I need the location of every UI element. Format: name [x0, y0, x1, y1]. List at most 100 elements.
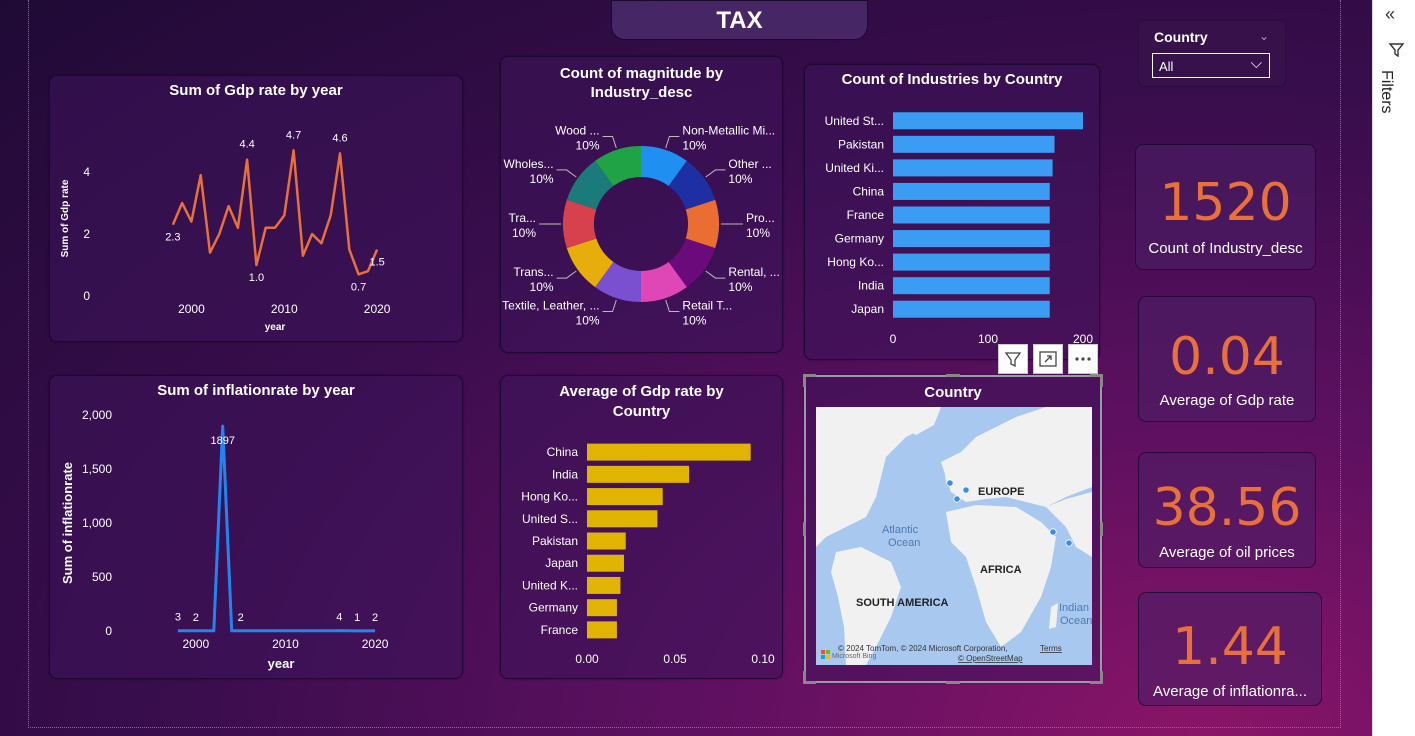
gdp-line-chart: 0 2 4 2000 2010 2020 year Sum of Gdp rate 2.3 4.4…: [60, 129, 391, 333]
y-axis-title: Sum of Gdp rate: [60, 179, 71, 257]
gdp-country-bar-chart: China India Hong Ko... United S... Pakistan J…: [521, 443, 775, 666]
country-map[interactable]: EUROPE Atlantic Ocean AFRICA SOUTH AMERI…: [816, 407, 1092, 665]
x-axis-title: year: [265, 322, 286, 333]
resize-handle[interactable]: [1090, 671, 1103, 684]
resize-handle[interactable]: [1100, 522, 1103, 536]
data-label: 4.4: [239, 139, 254, 151]
x-tick-label: 2010: [272, 637, 299, 651]
category-label: India: [552, 467, 578, 481]
leader-line: [602, 136, 617, 149]
bar: [893, 135, 1055, 153]
leader-line: [665, 136, 680, 149]
map-point[interactable]: [953, 495, 961, 503]
bing-logo-icon: [821, 650, 825, 654]
more-options-icon[interactable]: [1068, 344, 1098, 374]
resize-handle[interactable]: [803, 522, 806, 536]
data-label: 4.7: [286, 129, 301, 141]
resize-handle[interactable]: [1090, 374, 1103, 387]
bar: [893, 159, 1053, 177]
slice-percent: 10%: [530, 172, 554, 186]
slice-percent: 10%: [512, 226, 536, 240]
visual-inflation-by-year[interactable]: Sum of inflationrate by year 0 500 1,000 1,…: [49, 375, 463, 679]
kpi-card-gdp-rate[interactable]: 0.04 Average of Gdp rate: [1138, 296, 1316, 422]
data-label: 1.5: [369, 257, 384, 269]
bar: [893, 253, 1050, 271]
category-label: Japan: [851, 302, 884, 316]
category-label: Japan: [545, 556, 578, 570]
focus-mode-icon[interactable]: [1033, 344, 1063, 374]
chevron-down-icon[interactable]: ⌄: [1259, 29, 1269, 43]
category-label: China: [853, 184, 885, 198]
bar: [587, 510, 658, 528]
map-terms-link[interactable]: Terms: [1040, 644, 1062, 653]
category-label: France: [541, 623, 579, 637]
y-tick-label: 1,000: [82, 516, 112, 530]
category-label: India: [858, 279, 884, 293]
slice-label: Rental, ...: [728, 265, 779, 279]
map-label-europe: EUROPE: [978, 486, 1024, 498]
country-slicer[interactable]: Country ⌄ All ⌵: [1138, 20, 1286, 87]
bing-logo-icon: [821, 655, 825, 659]
kpi-card-inflation[interactable]: 1.44 Average of inflationra...: [1138, 592, 1322, 706]
slice-percent: 10%: [728, 280, 752, 294]
data-label: 4: [336, 612, 342, 624]
x-tick-label: 0: [890, 332, 897, 346]
y-tick-label: 0: [105, 624, 112, 638]
leader-line: [556, 169, 577, 178]
category-label: Germany: [529, 601, 578, 615]
bar: [587, 554, 624, 572]
slice-label: Wood ...: [555, 124, 599, 138]
x-tick-label: 0.05: [663, 652, 687, 666]
bar: [893, 300, 1050, 318]
slice-percent: 10%: [682, 313, 706, 327]
filter-icon[interactable]: [998, 344, 1028, 374]
y-tick-label: 1,500: [82, 462, 112, 476]
leader-line: [705, 169, 726, 178]
report-title: TAX: [611, 0, 868, 40]
inflation-line-chart: 0 500 1,000 1,500 2,000 2000 2010 2020 year Sum o…: [60, 408, 389, 671]
visual-industries-by-country[interactable]: Count of Industries by Country United St…: [804, 64, 1100, 360]
leader-line: [556, 270, 577, 279]
map-point[interactable]: [962, 486, 970, 494]
slice-label: Non-Metallic Mi...: [682, 124, 775, 138]
visual-magnitude-donut[interactable]: Count of magnitude by Industry_desc Non-…: [500, 56, 783, 353]
kpi-card-oil-prices[interactable]: 38.56 Average of oil prices: [1138, 452, 1316, 568]
y-tick-label: 2: [83, 227, 90, 241]
bar: [587, 599, 617, 617]
visual-gdp-by-year[interactable]: Sum of Gdp rate by year 0 2 4 2000 2010 2020 y…: [49, 75, 463, 342]
x-tick-label: 0.10: [751, 652, 775, 666]
map-osm-link[interactable]: © OpenStreetMap: [958, 654, 1023, 663]
resize-handle[interactable]: [803, 374, 816, 387]
slice-label: Trans...: [513, 265, 553, 279]
map-point[interactable]: [946, 479, 954, 487]
resize-handle[interactable]: [946, 681, 960, 684]
bar: [893, 230, 1050, 248]
resize-handle[interactable]: [946, 374, 960, 377]
x-tick-label: 100: [978, 332, 998, 346]
filters-label[interactable]: Filters: [1377, 70, 1395, 114]
map-point[interactable]: [1049, 528, 1057, 536]
category-label: United Ki...: [825, 161, 884, 175]
slice-label: Retail T...: [682, 298, 732, 312]
magnitude-donut-chart: Non-Metallic Mi...10%Other ...10%Pro...1…: [502, 124, 780, 328]
visual-gdp-by-country[interactable]: Average of Gdp rate by Country China Indi…: [500, 375, 783, 679]
resize-handle[interactable]: [803, 671, 816, 684]
map-point[interactable]: [1065, 539, 1073, 547]
x-axis-title: year: [268, 656, 295, 671]
data-label: 2: [238, 612, 244, 624]
visual-country-map[interactable]: Country EUROPE Atlantic Ocean AFRICA SOU…: [803, 374, 1103, 684]
filters-pane[interactable]: « Filters: [1372, 0, 1415, 736]
category-label: France: [847, 208, 885, 222]
data-label: 1.0: [249, 272, 264, 284]
data-label: 3: [175, 612, 181, 624]
data-label: 1897: [210, 435, 234, 447]
data-label: 2.3: [165, 232, 180, 244]
slicer-dropdown[interactable]: All ⌵: [1152, 53, 1270, 78]
category-label: Hong Ko...: [827, 255, 884, 269]
bar: [587, 488, 663, 506]
x-tick-label: 2010: [271, 302, 298, 316]
kpi-card-industry-count[interactable]: 1520 Count of Industry_desc: [1135, 144, 1316, 270]
double-chevron-left-icon[interactable]: «: [1385, 4, 1395, 25]
bar: [587, 532, 626, 550]
category-label: United St...: [825, 114, 884, 128]
